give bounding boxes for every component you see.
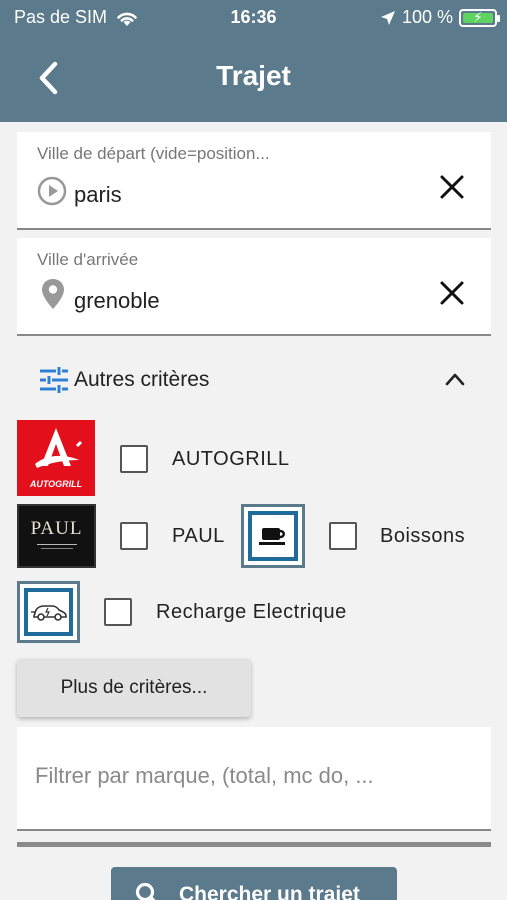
search-route-button[interactable]: Chercher un trajet <box>111 867 397 900</box>
arrival-label: Ville d'arrivée <box>37 250 139 269</box>
main-content: Ville de départ (vide=position... paris … <box>0 122 507 900</box>
autogrill-logo: AUTOGRILL <box>17 420 95 496</box>
departure-field[interactable]: Ville de départ (vide=position... paris <box>17 132 491 230</box>
more-criteria-button[interactable]: Plus de critères... <box>17 659 251 717</box>
criteria-toggle[interactable]: Autres critères <box>17 352 491 406</box>
search-route-label: Chercher un trajet <box>179 883 360 900</box>
coffee-cup-icon <box>259 528 285 545</box>
autogrill-checkbox[interactable] <box>120 445 148 473</box>
section-divider <box>17 842 491 847</box>
recharge-icon-box <box>17 581 80 643</box>
recharge-label: Recharge Electrique <box>156 601 347 623</box>
autogrill-label: AUTOGRILL <box>172 448 290 470</box>
status-bar: Pas de SIM 16:36 100 % ⚡ <box>0 0 507 34</box>
clear-departure-button[interactable] <box>437 172 467 202</box>
location-arrow-icon <box>380 10 395 25</box>
boissons-icon-box <box>241 504 305 568</box>
search-icon <box>135 882 156 900</box>
autogrill-logo-text: AUTOGRILL <box>29 479 83 489</box>
boissons-checkbox[interactable] <box>329 522 357 550</box>
battery-icon: ⚡ <box>459 8 500 27</box>
departure-input[interactable]: paris <box>74 182 122 208</box>
paul-label: PAUL <box>172 525 225 547</box>
paul-logo-text: PAUL <box>30 518 83 539</box>
page-title: Trajet <box>216 60 291 91</box>
tune-icon <box>40 367 68 393</box>
brand-filter-field[interactable] <box>17 727 491 831</box>
clear-arrival-button[interactable] <box>437 278 467 308</box>
play-circle-icon <box>37 176 67 206</box>
boissons-label: Boissons <box>380 525 466 547</box>
location-pin-icon <box>42 279 64 309</box>
recharge-checkbox[interactable] <box>104 598 132 626</box>
battery-percent: 100 % <box>401 7 453 27</box>
paul-logo: PAUL <box>17 504 96 568</box>
brand-filter-input[interactable] <box>35 763 475 789</box>
app-bar: Pas de SIM 16:36 100 % ⚡ Trajet <box>0 0 507 122</box>
paul-checkbox[interactable] <box>120 522 148 550</box>
arrival-input[interactable]: grenoble <box>74 288 160 314</box>
criteria-label: Autres critères <box>74 368 210 391</box>
departure-label: Ville de départ (vide=position... <box>37 144 270 163</box>
arrival-field[interactable]: Ville d'arrivée grenoble <box>17 238 491 336</box>
chevron-up-icon <box>445 373 465 386</box>
electric-car-icon <box>30 605 67 621</box>
